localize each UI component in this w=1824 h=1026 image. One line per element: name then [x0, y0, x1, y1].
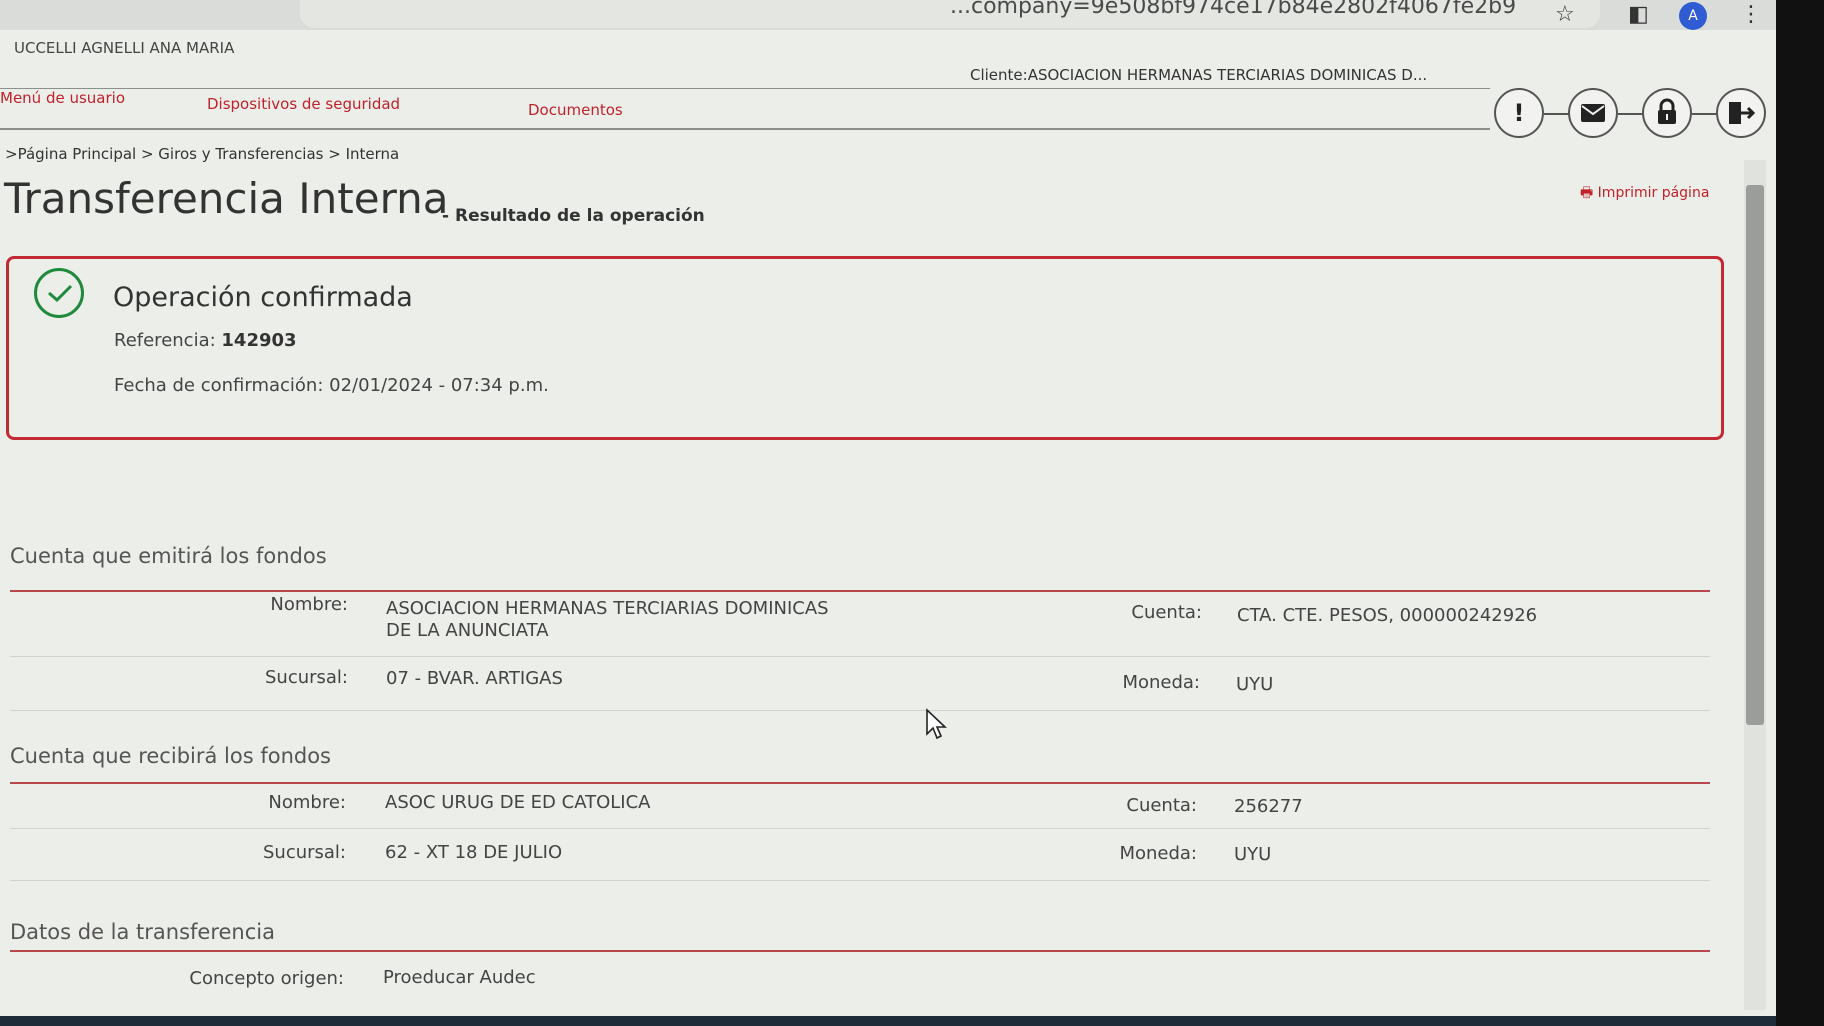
profile-avatar[interactable]: A — [1679, 2, 1707, 30]
side-panel-icon[interactable]: ◧ — [1628, 2, 1649, 27]
reference-label: Referencia: — [114, 330, 216, 351]
reference-value: 142903 — [221, 330, 297, 351]
print-label: Imprimir página — [1597, 185, 1710, 201]
lock-icon[interactable] — [1642, 88, 1692, 138]
source-name-line1: ASOCIACION HERMANAS TERCIARIAS DOMINICAS — [386, 598, 829, 619]
destination-account-label: Cuenta: — [1126, 795, 1197, 816]
user-name: UCCELLI AGNELLI ANA MARIA — [14, 39, 235, 57]
page-title: Transferencia Interna — [4, 174, 449, 223]
taskbar-strip — [0, 1016, 1776, 1026]
alert-icon[interactable]: ! — [1494, 88, 1544, 138]
destination-branch-label: Sucursal: — [262, 842, 346, 863]
source-name-line2: DE LA ANUNCIATA — [386, 620, 549, 641]
destination-name-label: Nombre: — [268, 792, 346, 813]
divider — [10, 782, 1710, 784]
date-label: Fecha de confirmación: — [114, 375, 324, 396]
kebab-menu-icon[interactable]: ⋮ — [1740, 2, 1762, 27]
destination-currency-label: Moneda: — [1119, 843, 1197, 864]
destination-name-value: ASOC URUG DE ED CATOLICA — [385, 792, 651, 813]
confirmation-title: Operación confirmada — [113, 282, 413, 313]
screen-edge — [1776, 0, 1824, 1026]
source-account-label: Cuenta: — [1131, 602, 1202, 623]
transfer-heading: Datos de la transferencia — [10, 920, 275, 944]
url-text: ...company=9e508bf974ce17b84e2802f4067fe… — [950, 0, 1517, 19]
check-circle-icon — [34, 268, 84, 318]
source-currency-label: Moneda: — [1122, 672, 1200, 693]
source-account-value: CTA. CTE. PESOS, 000000242926 — [1237, 605, 1538, 626]
mouse-cursor-icon — [926, 708, 947, 740]
print-page-link[interactable]: 🖶 Imprimir página — [1580, 182, 1709, 206]
menu-user[interactable]: Menú de usuario — [0, 89, 125, 107]
destination-heading: Cuenta que recibirá los fondos — [10, 744, 331, 768]
divider — [10, 880, 1710, 881]
scrollbar-thumb[interactable] — [1746, 185, 1764, 725]
divider — [0, 128, 1490, 130]
divider — [0, 88, 1490, 89]
divider — [10, 656, 1710, 657]
mail-icon[interactable] — [1568, 88, 1618, 138]
destination-account-value: 256277 — [1234, 796, 1303, 817]
browser-toolbar: ...company=9e508bf974ce17b84e2802f4067fe… — [0, 0, 1776, 30]
source-branch-label: Sucursal: — [264, 667, 348, 688]
divider — [10, 590, 1710, 592]
divider — [10, 950, 1710, 952]
source-name-label: Nombre: — [270, 594, 348, 615]
client-name: Cliente:ASOCIACION HERMANAS TERCIARIAS D… — [970, 66, 1428, 84]
menu-documents[interactable]: Documentos — [528, 101, 623, 119]
printer-icon: 🖶 — [1580, 185, 1598, 201]
reference-row: Referencia: 142903 — [114, 330, 297, 351]
destination-currency-value: UYU — [1234, 844, 1272, 865]
concept-value: Proeducar Audec — [383, 967, 536, 988]
bookmark-star-icon[interactable]: ☆ — [1555, 2, 1575, 27]
divider — [10, 710, 1710, 711]
source-branch-value: 07 - BVAR. ARTIGAS — [386, 668, 563, 689]
menu-security-devices[interactable]: Dispositivos de seguridad — [207, 95, 400, 113]
breadcrumb[interactable]: >Página Principal > Giros y Transferenci… — [5, 145, 399, 163]
logout-icon[interactable] — [1716, 88, 1766, 138]
page-subtitle: - Resultado de la operación — [442, 206, 705, 226]
source-currency-value: UYU — [1236, 674, 1274, 695]
source-heading: Cuenta que emitirá los fondos — [10, 544, 327, 568]
destination-branch-value: 62 - XT 18 DE JULIO — [385, 842, 563, 863]
address-bar[interactable]: ...company=9e508bf974ce17b84e2802f4067fe… — [300, 0, 1600, 28]
date-value: 02/01/2024 - 07:34 p.m. — [329, 375, 549, 396]
confirmation-date-row: Fecha de confirmación: 02/01/2024 - 07:3… — [114, 375, 549, 396]
concept-label: Concepto origen: — [189, 968, 344, 989]
divider — [10, 828, 1710, 829]
